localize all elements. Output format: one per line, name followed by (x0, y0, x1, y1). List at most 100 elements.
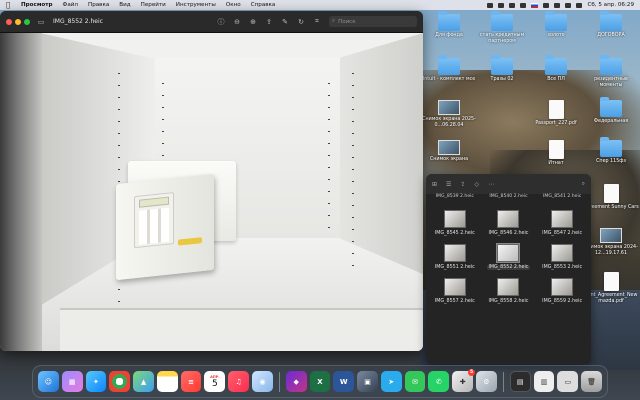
menu-help[interactable]: Справка (251, 2, 276, 8)
calendar-app-icon[interactable]: АПР. 5 (204, 371, 226, 392)
rotate-icon[interactable]: ↻ (297, 18, 305, 26)
search-icon[interactable] (565, 2, 572, 8)
file-item[interactable]: IMG_8546 2.heic (482, 210, 534, 236)
desktop-icon[interactable]: Снимок экрана (420, 140, 478, 163)
group-icon[interactable]: ☰ (446, 181, 451, 188)
status-app-icon[interactable] (520, 2, 527, 8)
quicktime-app-icon[interactable]: ◉ (252, 371, 273, 392)
desktop-icon-label: Снимок экрана 2025-0...06.28.04 (422, 117, 476, 128)
music-app-icon[interactable]: ♫ (228, 371, 250, 392)
desktop-icon[interactable]: Intuit - комплект мсе (420, 55, 478, 83)
desktop-icon[interactable]: Спер 115фз (582, 137, 640, 165)
trash-icon[interactable]: 🗑 (581, 371, 602, 392)
documents-stack-icon[interactable]: ▭ (557, 371, 579, 392)
status-app-icon[interactable] (487, 2, 494, 8)
file-label: IMG_8559 2.heic (542, 299, 583, 304)
status-app-icon[interactable] (509, 2, 516, 8)
desktop-icon[interactable]: резидентные моменты (582, 55, 640, 89)
grid-view-icon[interactable]: ⊞ (432, 181, 437, 188)
menu-app-name[interactable]: Просмотр (21, 2, 53, 8)
chrome-app-icon[interactable] (109, 371, 131, 392)
settings-app-icon[interactable]: ⚙ (476, 371, 497, 392)
file-label[interactable]: IMG_8539 2.heic (436, 194, 474, 202)
zoom-in-icon[interactable]: ⊕ (249, 18, 257, 26)
file-item[interactable]: IMG_8559 2.heic (536, 278, 588, 304)
desktop-icon[interactable]: Федеральная (582, 97, 640, 125)
close-button[interactable] (6, 18, 12, 25)
zoom-out-icon[interactable]: ⊖ (233, 18, 241, 26)
preview-window: ▭ IMG_8552 2.heic ⓘ ⊖ ⊕ ⇪ ✎ ↻ ⌗ ⌕ Поиск (0, 11, 423, 351)
photo-shelf-holes (328, 83, 330, 233)
safari-app-icon[interactable]: ✦ (85, 371, 107, 392)
maps-app-icon[interactable]: ▲ (133, 371, 154, 392)
desktop-icon[interactable]: Все ПЛ (527, 55, 585, 83)
sidebar-toggle-icon[interactable]: ▭ (37, 18, 45, 26)
wifi-icon[interactable] (554, 2, 561, 8)
photo-canvas[interactable] (0, 33, 423, 351)
menu-file[interactable]: Файл (63, 2, 78, 8)
menu-view[interactable]: Вид (119, 2, 130, 8)
desktop-icon[interactable]: стать кредитным партнером (473, 11, 531, 45)
app-icon[interactable]: ✚ 5 (452, 369, 476, 392)
desktop-icon[interactable]: Для фонда (420, 11, 478, 39)
desktop-icon[interactable]: Passport_227.pdf (527, 100, 585, 127)
info-icon[interactable]: ⓘ (217, 18, 225, 26)
folder-icon (600, 11, 622, 31)
desktop-icon[interactable]: ДОГОВОРА (582, 11, 640, 39)
search-icon[interactable]: ⌕ (582, 180, 585, 188)
preview-app-icon[interactable]: ▣ (357, 371, 378, 392)
action-icon[interactable]: ⋯ (488, 181, 494, 188)
messages-app-icon[interactable]: ✉ (404, 371, 426, 392)
file-label[interactable]: IMG_8541 2.heic (543, 194, 581, 202)
crop-icon[interactable]: ⌗ (313, 17, 321, 26)
file-item[interactable]: IMG_8552 2.heic (482, 243, 534, 270)
desktop-icon[interactable]: золото (527, 11, 585, 39)
share-icon[interactable]: ⇪ (460, 181, 465, 188)
app-icon[interactable]: ◆ (285, 371, 307, 392)
desktop-icon[interactable]: Снимок экрана 2025-0...06.28.04 (420, 100, 478, 129)
finder-rows: IMG_8545 2.heic IMG_8546 2.heic IMG_8547 2… (428, 210, 589, 304)
whatsapp-app-icon[interactable]: ✆ (428, 371, 450, 392)
control-center-icon[interactable] (576, 2, 583, 8)
file-label[interactable]: IMG_8540 2.heic (489, 194, 527, 202)
search-field[interactable]: ⌕ Поиск (329, 16, 417, 27)
menu-edit[interactable]: Правка (88, 2, 109, 8)
minimize-button[interactable] (15, 18, 21, 25)
share-icon[interactable]: ⇪ (265, 18, 273, 26)
file-item[interactable]: IMG_8545 2.heic (429, 210, 481, 236)
desktop-icon[interactable]: Тразы 02 (473, 55, 531, 83)
file-item[interactable]: IMG_8553 2.heic (536, 244, 588, 270)
finder-toolbar: ⊞ ☰ ⇪ ◇ ⋯ ⌕ (426, 174, 591, 194)
folder-icon (491, 11, 513, 31)
file-label: IMG_8545 2.heic (434, 231, 475, 236)
file-item[interactable]: IMG_8547 2.heic (536, 210, 588, 236)
reminders-app-icon[interactable]: ≡ (180, 371, 202, 392)
excel-app-icon[interactable]: X (309, 371, 331, 392)
photo-safe-keypad (134, 192, 174, 249)
file-item[interactable]: IMG_8558 2.heic (482, 278, 534, 304)
file-label: IMG_8553 2.heic (542, 265, 583, 270)
menu-go[interactable]: Перейти (141, 2, 166, 8)
recent-app-icon[interactable]: ▤ (509, 371, 531, 392)
notes-app-icon[interactable] (156, 371, 178, 392)
document-icon (603, 272, 619, 291)
desktop-icon[interactable]: Итнат (527, 140, 585, 167)
apple-menu-icon[interactable]:  (6, 1, 13, 9)
telegram-app-icon[interactable]: ➤ (380, 371, 402, 392)
finder-app-icon[interactable]: ☺ (38, 371, 59, 392)
launchpad-app-icon[interactable]: ▦ (61, 371, 83, 392)
downloads-stack-icon[interactable]: ▥ (533, 371, 555, 392)
menu-clock[interactable]: Сб, 5 апр. 06:29 (587, 2, 634, 8)
battery-icon[interactable] (543, 2, 550, 8)
status-app-icon[interactable] (498, 2, 505, 8)
zoom-button[interactable] (24, 18, 30, 25)
menu-tools[interactable]: Инструменты (176, 2, 216, 8)
word-app-icon[interactable]: W (333, 371, 355, 392)
file-label: IMG_8557 2.heic (434, 299, 475, 304)
menu-window[interactable]: Окно (226, 2, 241, 8)
file-item[interactable]: IMG_8557 2.heic (429, 278, 481, 304)
markup-icon[interactable]: ✎ (281, 18, 289, 26)
file-item[interactable]: IMG_8551 2.heic (429, 244, 481, 270)
tag-icon[interactable]: ◇ (474, 181, 479, 188)
input-source-flag-icon[interactable] (531, 2, 539, 8)
